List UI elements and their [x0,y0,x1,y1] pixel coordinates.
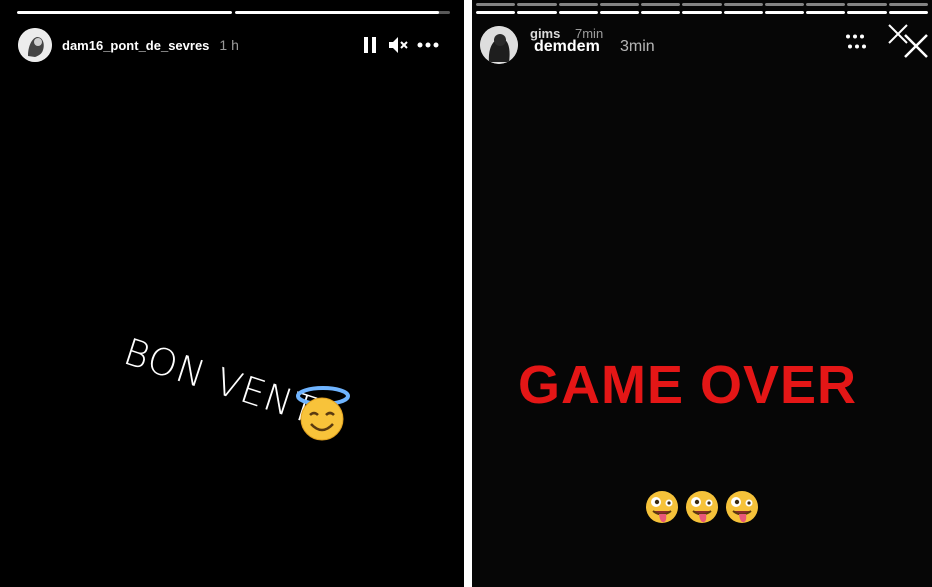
progress-segment [682,11,722,14]
progress-segment [764,11,805,14]
progress-segment [235,11,450,14]
more-options-icon[interactable] [844,32,866,40]
zany-face-icon [646,491,678,523]
zany-face-icon [726,491,758,523]
story-progress-bar-ghost [476,3,928,6]
avatar[interactable] [18,28,52,62]
more-options-icon-ghost [846,42,868,50]
story-headline: GAME OVER [518,355,858,415]
close-icon[interactable] [902,32,930,60]
progress-segment [806,3,846,6]
progress-segment [558,11,598,14]
progress-segment [599,3,640,6]
progress-segment [888,3,928,6]
story-time: 3min [620,38,655,55]
progress-segment [723,3,763,6]
story-panel-right[interactable]: gims 7min demdem 3min GAME OVER [472,0,932,587]
progress-segment [682,3,722,6]
progress-segment [476,11,516,14]
progress-segment [17,11,232,14]
progress-segment [517,11,557,14]
story-progress-bar [476,11,928,14]
avatar-image [18,28,52,62]
mute-icon[interactable] [387,35,409,55]
progress-segment [847,3,887,6]
story-progress-bar [17,11,450,14]
story-username[interactable]: dam16_pont_de_sevres [62,38,209,53]
story-caption: BON VENT [118,330,322,433]
progress-segment [847,11,887,14]
smiling-face-with-halo-icon [296,384,350,442]
story-time: 1 h [219,37,239,53]
progress-segment [723,11,763,14]
progress-segment [888,11,928,14]
progress-segment [476,3,516,6]
pause-icon[interactable] [362,36,378,54]
progress-segment [641,11,681,14]
progress-segment [558,3,598,6]
avatar[interactable] [480,26,518,64]
progress-segment [806,11,846,14]
panel-divider [464,0,472,587]
story-header [480,26,518,64]
story-username[interactable]: demdem [534,38,600,56]
story-header: dam16_pont_de_sevres 1 h [18,28,239,62]
more-options-icon[interactable] [416,38,440,52]
story-panel-left[interactable]: dam16_pont_de_sevres 1 h BON VENT [0,0,464,587]
progress-segment [641,3,681,6]
progress-segment [599,11,640,14]
zany-face-icon [686,491,718,523]
emoji-row [645,490,765,530]
avatar-image [480,26,518,64]
progress-segment [764,3,805,6]
progress-segment [517,3,557,6]
